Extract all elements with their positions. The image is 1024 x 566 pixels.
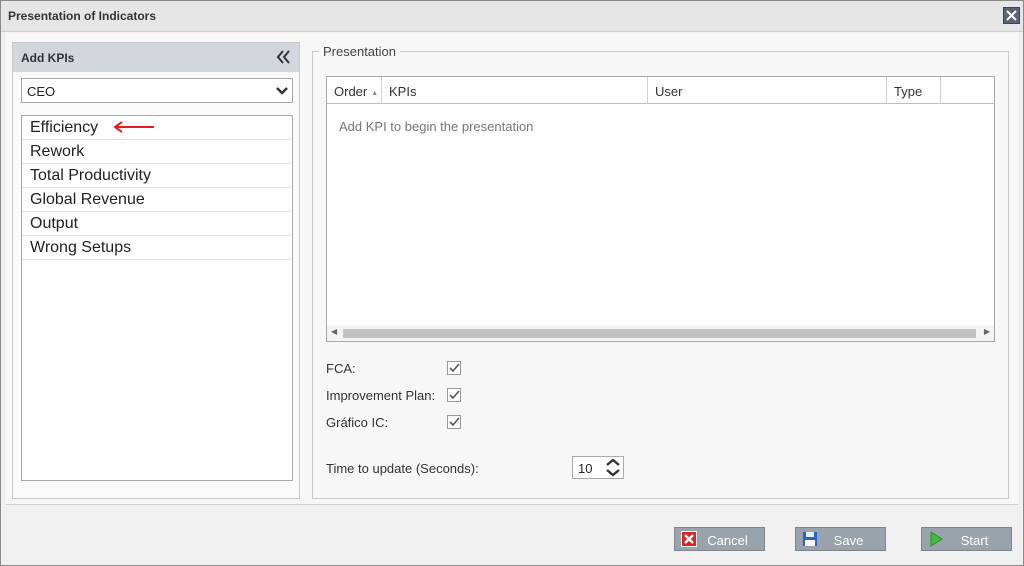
presentation-grid: Order ▲ KPIs User Type Add KPI to begin t… xyxy=(326,76,995,342)
grafico-ic-checkbox[interactable] xyxy=(447,415,461,429)
improvement-plan-label: Improvement Plan: xyxy=(326,388,436,403)
column-header-user[interactable]: User xyxy=(648,77,887,104)
scroll-left-icon[interactable]: ◀ xyxy=(331,327,337,336)
kpi-item-output[interactable]: Output xyxy=(22,212,292,236)
close-icon xyxy=(1006,10,1017,21)
fca-label: FCA: xyxy=(326,361,356,376)
improvement-plan-checkbox[interactable] xyxy=(447,388,461,402)
cancel-button-label: Cancel xyxy=(707,533,748,548)
grid-empty-message: Add KPI to begin the presentation xyxy=(339,119,534,134)
time-to-update-label: Time to update (Seconds): xyxy=(326,461,479,476)
sort-ascending-icon: ▲ xyxy=(371,90,379,97)
grafico-ic-label: Gráfico IC: xyxy=(326,415,389,430)
time-to-update-spinner[interactable]: 10 xyxy=(572,456,624,479)
role-dropdown-value: CEO xyxy=(27,84,56,99)
checkmark-icon xyxy=(448,363,460,373)
spinner-buttons[interactable] xyxy=(603,457,623,478)
role-dropdown[interactable]: CEO xyxy=(21,78,293,103)
kpi-item-label: Wrong Setups xyxy=(30,239,132,256)
kpi-item-total-productivity[interactable]: Total Productivity xyxy=(22,164,292,188)
kpi-item-label: Rework xyxy=(30,143,85,160)
chevron-down-icon xyxy=(276,86,288,95)
fca-checkbox[interactable] xyxy=(447,361,461,375)
checkmark-icon xyxy=(448,390,460,400)
column-header-label: KPIs xyxy=(389,84,417,99)
scrollbar-thumb[interactable] xyxy=(343,329,976,338)
add-kpis-header: Add KPIs xyxy=(13,43,299,72)
column-header-kpis[interactable]: KPIs xyxy=(382,77,648,104)
column-header-order[interactable]: Order ▲ xyxy=(327,77,382,104)
arrow-annotation-icon xyxy=(113,121,154,133)
column-header-type[interactable]: Type xyxy=(887,77,941,104)
kpi-list: Efficiency Rework Total Productivity Glo… xyxy=(21,115,293,481)
kpi-item-global-revenue[interactable]: Global Revenue xyxy=(22,188,292,212)
close-button[interactable] xyxy=(1003,7,1020,24)
column-header-label: User xyxy=(655,84,683,99)
presentation-legend: Presentation xyxy=(319,44,400,59)
save-button-label: Save xyxy=(833,533,864,548)
window-title: Presentation of Indicators xyxy=(8,9,157,23)
add-kpis-panel: Add KPIs CEO Efficiency Rework Total Pro… xyxy=(12,42,300,499)
column-header-label: Type xyxy=(894,84,923,99)
role-dropdown-arrow[interactable] xyxy=(272,79,292,102)
column-header-label: Order xyxy=(334,84,368,99)
title-bar: Presentation of Indicators xyxy=(1,1,1023,32)
dialog-window: Presentation of Indicators Add KPIs CEO xyxy=(0,0,1024,566)
save-button[interactable]: Save xyxy=(795,527,886,551)
collapse-panel-button[interactable] xyxy=(275,48,291,66)
cancel-button[interactable]: Cancel xyxy=(674,527,765,551)
kpi-item-label: Global Revenue xyxy=(30,191,145,208)
start-button-label: Start xyxy=(960,533,989,548)
kpi-item-label: Efficiency xyxy=(30,119,99,136)
kpi-item-wrong-setups[interactable]: Wrong Setups xyxy=(22,236,292,260)
start-button[interactable]: Start xyxy=(921,527,1012,551)
scroll-right-icon[interactable]: ▶ xyxy=(984,327,990,336)
kpi-item-efficiency[interactable]: Efficiency xyxy=(22,116,292,140)
grid-header: Order ▲ KPIs User Type xyxy=(327,77,994,104)
kpi-item-label: Total Productivity xyxy=(30,167,151,184)
time-to-update-value: 10 xyxy=(578,461,593,476)
kpi-item-label: Output xyxy=(30,215,79,232)
add-kpis-title: Add KPIs xyxy=(21,51,75,65)
horizontal-scrollbar[interactable]: ◀ ▶ xyxy=(327,326,994,341)
kpi-item-rework[interactable]: Rework xyxy=(22,140,292,164)
checkmark-icon xyxy=(448,417,460,427)
double-chevron-left-icon xyxy=(276,50,290,64)
spinner-up-down-icon[interactable] xyxy=(603,457,623,478)
